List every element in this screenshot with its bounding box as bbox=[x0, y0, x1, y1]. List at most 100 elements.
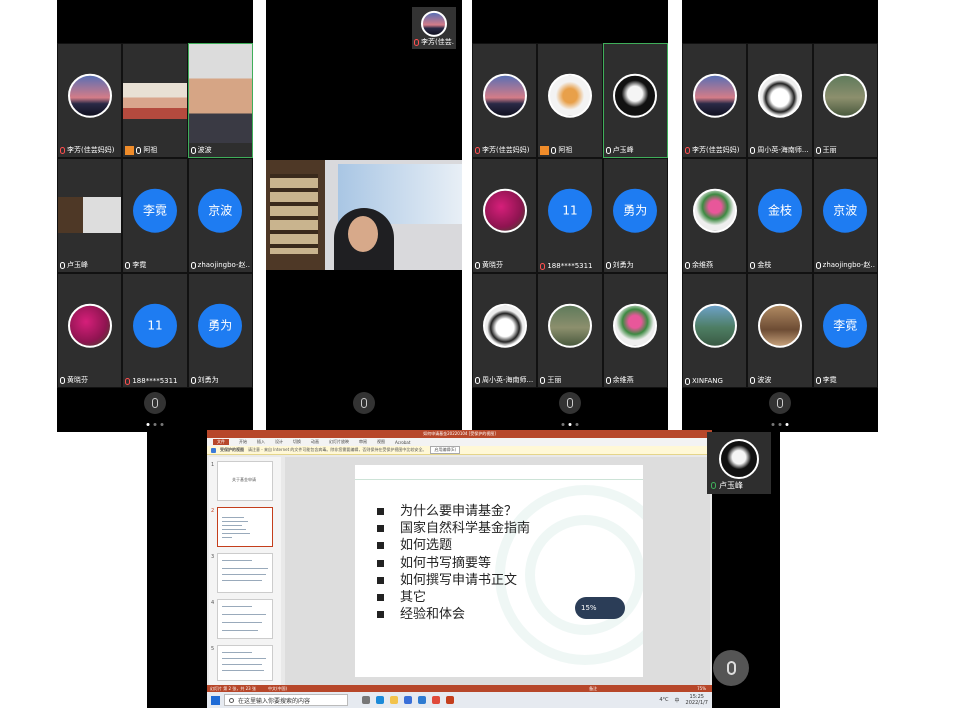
participant-name: 波波 bbox=[190, 145, 250, 155]
mic-icon bbox=[551, 146, 557, 154]
slide-thumb-3[interactable]: 3 bbox=[211, 553, 273, 593]
participant-tile[interactable]: 李芳(佳芸妈妈) bbox=[57, 43, 123, 158]
participant-tile[interactable]: 周小英-海南师... bbox=[747, 43, 813, 158]
ime-indicator[interactable]: 中 bbox=[675, 697, 680, 704]
participant-name: 阿祖 bbox=[125, 145, 184, 155]
participant-tile[interactable]: 王丽 bbox=[812, 43, 878, 158]
task-view-icon[interactable] bbox=[362, 696, 370, 704]
floating-mute-button[interactable] bbox=[713, 650, 749, 686]
participant-name: 李霓 bbox=[815, 375, 875, 385]
participant-avatar bbox=[613, 73, 658, 118]
ribbon-tab[interactable]: 切换 bbox=[293, 439, 301, 445]
participant-tile[interactable]: 11 188****5311 bbox=[537, 158, 603, 273]
microphone-icon bbox=[152, 398, 158, 408]
ribbon-tab[interactable]: 开始 bbox=[239, 439, 247, 445]
edge-browser-icon[interactable] bbox=[376, 696, 384, 704]
store-icon[interactable] bbox=[404, 696, 412, 704]
muted-mic-icon bbox=[475, 146, 480, 154]
taskbar-clock[interactable]: 15:25 2022/1/7 bbox=[686, 694, 708, 706]
weather[interactable]: 4°C bbox=[659, 697, 668, 703]
participant-tile[interactable]: 黄晓芬 bbox=[472, 158, 538, 273]
search-icon bbox=[229, 697, 234, 703]
participant-name: 李霓 bbox=[125, 260, 184, 270]
mute-button[interactable] bbox=[769, 392, 791, 414]
microphone-icon bbox=[777, 398, 783, 408]
participant-name: 金枝 bbox=[750, 260, 809, 270]
slide-thumb-5[interactable]: 5 bbox=[211, 645, 273, 681]
chrome-icon[interactable] bbox=[432, 696, 440, 704]
windows-start-icon[interactable] bbox=[211, 695, 220, 705]
participant-name: zhaojingbo-赵... bbox=[190, 260, 250, 270]
participant-tile[interactable]: 京波 zhaojingbo-赵... bbox=[187, 158, 253, 273]
protected-view-bar: 受保护的视图 请注意 - 来自 Internet 的文件可能包含病毒。除非您需要… bbox=[207, 446, 712, 455]
mic-icon bbox=[125, 261, 131, 269]
participant-tile[interactable]: 金枝 金枝 bbox=[747, 158, 813, 273]
enable-editing-button[interactable]: 启用编辑(E) bbox=[430, 446, 461, 454]
taskbar-apps bbox=[362, 696, 454, 704]
powerpoint-icon[interactable] bbox=[446, 696, 454, 704]
participant-tile[interactable]: 京波 zhaojingbo-赵... bbox=[812, 158, 878, 273]
mail-icon[interactable] bbox=[418, 696, 426, 704]
participant-tile[interactable]: 周小英-海南师... bbox=[472, 273, 538, 388]
ribbon-tab[interactable]: 视图 bbox=[377, 439, 385, 445]
participant-tile[interactable]: 李霓 李霓 bbox=[812, 273, 878, 388]
ribbon-tab[interactable]: 设计 bbox=[275, 439, 283, 445]
system-tray: 4°C 中 15:25 2022/1/7 bbox=[659, 694, 712, 706]
participant-avatar bbox=[613, 303, 658, 348]
participant-tile[interactable]: 黄晓芬 bbox=[57, 273, 123, 388]
ribbon-tab[interactable]: 插入 bbox=[257, 439, 265, 445]
mute-button[interactable] bbox=[559, 392, 581, 414]
participant-tile[interactable]: 勇为 刘勇为 bbox=[602, 158, 668, 273]
speaker-thumbnail[interactable]: 李芳(佳芸... bbox=[412, 7, 456, 49]
presenter-face bbox=[348, 216, 378, 252]
muted-mic-icon bbox=[685, 146, 690, 154]
participant-tile[interactable]: 余维燕 bbox=[602, 273, 668, 388]
phone-gallery-1: 李芳(佳芸妈妈) 阿祖 波波卢玉峰 李霓 李霓 京波 zhaojingbo-赵... 黄晓芬 1… bbox=[57, 0, 253, 432]
participant-tile[interactable]: XINFANG bbox=[682, 273, 748, 388]
screen-share-desktop: 如何申请基金20220104 [受保护的视图] 文件 开始 插入 设计 切换 动画 幻灯片放… bbox=[147, 430, 780, 708]
taskbar-search[interactable]: 在这里输入你要搜索的内容 bbox=[224, 694, 348, 706]
zoom-level[interactable]: 75% bbox=[697, 686, 706, 691]
participant-tile[interactable]: 阿祖 bbox=[537, 43, 603, 158]
participant-tile[interactable]: 勇为 刘勇为 bbox=[187, 273, 253, 388]
slide-thumb-4[interactable]: 4 bbox=[211, 599, 273, 639]
ribbon-tab[interactable]: 幻灯片放映 bbox=[329, 439, 349, 445]
participant-tile[interactable]: 李霓 李霓 bbox=[122, 158, 188, 273]
participant-avatar bbox=[823, 73, 868, 118]
participant-tile[interactable]: 李芳(佳芸妈妈) bbox=[682, 43, 748, 158]
participant-avatar bbox=[692, 188, 737, 233]
self-avatar bbox=[719, 439, 759, 479]
ribbon-tab[interactable]: 动画 bbox=[311, 439, 319, 445]
mic-icon bbox=[750, 376, 756, 384]
participant-tile[interactable]: 卢玉峰 bbox=[602, 43, 668, 158]
participant-tile[interactable]: 卢玉峰 bbox=[57, 158, 123, 273]
participant-tile[interactable]: 11 188****5311 bbox=[122, 273, 188, 388]
mic-icon bbox=[711, 482, 716, 489]
participant-name: 余维燕 bbox=[685, 260, 744, 270]
slide-thumb-1[interactable]: 1 关于基金申请 bbox=[211, 461, 273, 501]
participant-tile[interactable]: 李芳(佳芸妈妈) bbox=[472, 43, 538, 158]
mute-button[interactable] bbox=[144, 392, 166, 414]
mic-icon bbox=[605, 261, 611, 269]
participant-tile[interactable]: 余维燕 bbox=[682, 158, 748, 273]
current-slide[interactable]: 为什么要申请基金？ 国家自然科学基金指南 如何选题 如何书写摘要等 如何撰写申请书正文其… bbox=[355, 465, 643, 677]
ribbon-tab[interactable]: Acrobat bbox=[395, 440, 410, 445]
notes-button[interactable]: 备注 bbox=[589, 686, 597, 692]
participant-name: 李芳(佳芸妈妈) bbox=[685, 145, 744, 155]
participant-tile[interactable]: 阿祖 bbox=[122, 43, 188, 158]
participant-tile[interactable]: 波波 bbox=[187, 43, 253, 158]
ribbon-tab[interactable]: 文件 bbox=[213, 439, 229, 445]
mute-button[interactable] bbox=[353, 392, 375, 414]
participant-tile[interactable]: 王丽 bbox=[537, 273, 603, 388]
status-bar: 幻灯片 第 2 张，共 23 张 中文(中国) 备注 75% bbox=[207, 685, 712, 692]
participant-name: 188****5311 bbox=[125, 377, 184, 385]
page-indicator bbox=[561, 423, 579, 426]
slide-thumb-2[interactable]: 2 bbox=[211, 507, 273, 547]
file-explorer-icon[interactable] bbox=[390, 696, 398, 704]
ribbon-tab[interactable]: 审阅 bbox=[359, 439, 367, 445]
page-indicator bbox=[146, 423, 164, 426]
participant-tile[interactable]: 波波 bbox=[747, 273, 813, 388]
participant-name: 188****5311 bbox=[540, 262, 599, 270]
participant-avatar bbox=[757, 303, 802, 348]
self-view-tile[interactable]: 卢玉峰 bbox=[707, 432, 771, 494]
